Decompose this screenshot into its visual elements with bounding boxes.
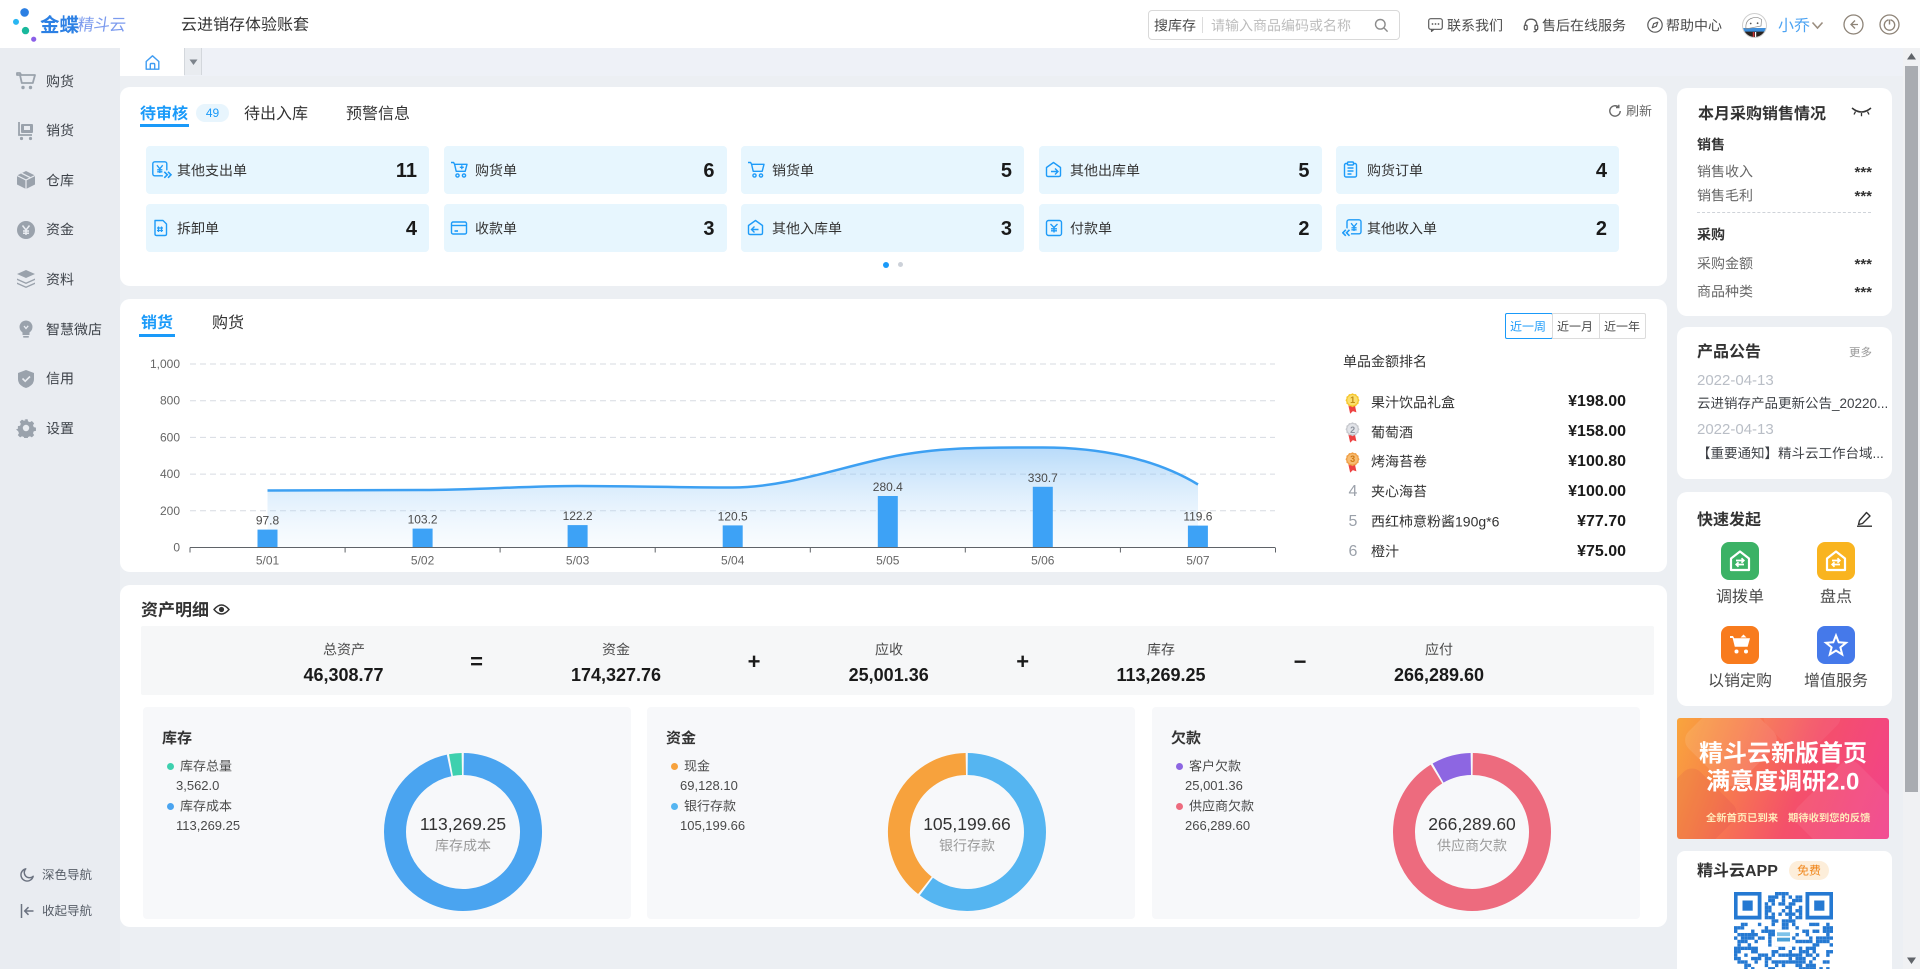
svg-text:120.5: 120.5 [718,509,748,523]
svg-text:330.7: 330.7 [1028,470,1058,484]
svg-text:200: 200 [160,503,180,517]
svg-text:APP: APP [1745,863,1778,880]
svg-text:1,000: 1,000 [150,357,180,371]
svg-text:122.2: 122.2 [563,509,593,523]
svg-text:800: 800 [160,393,180,407]
svg-text:5/03: 5/03 [566,553,590,567]
svg-text:119.6: 119.6 [1183,509,1212,523]
svg-text:5/04: 5/04 [721,553,745,567]
svg-text:_20220...: _20220... [1831,396,1888,411]
svg-text:97.8: 97.8 [256,513,280,527]
svg-text:5/06: 5/06 [1031,553,1055,567]
svg-text:400: 400 [160,467,180,481]
svg-text:5/02: 5/02 [411,553,435,567]
svg-text:103.2: 103.2 [408,512,438,526]
svg-text:600: 600 [160,430,180,444]
svg-text:0: 0 [173,540,180,554]
svg-text:5/01: 5/01 [256,553,280,567]
svg-text:2.0: 2.0 [1826,769,1859,796]
svg-text:...: ... [1873,446,1884,461]
svg-text:280.4: 280.4 [873,480,903,494]
svg-text:5/05: 5/05 [876,553,900,567]
svg-text:5/07: 5/07 [1186,553,1210,567]
svg-text:190g*6: 190g*6 [1455,514,1500,530]
